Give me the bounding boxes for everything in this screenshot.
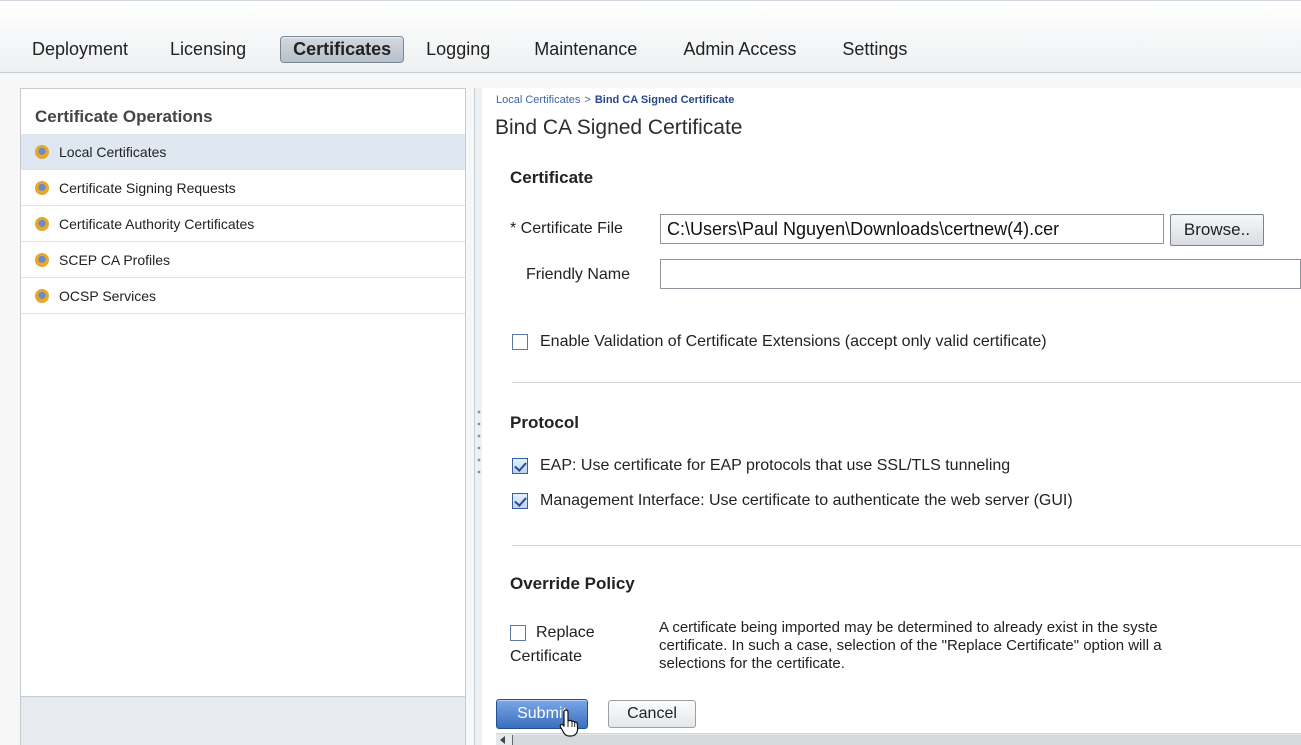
management-interface-checkbox[interactable] (512, 493, 528, 509)
certificate-icon (35, 144, 49, 159)
left-panel-footer (21, 696, 465, 745)
top-navigation: Deployment Licensing Certificates Loggin… (0, 1, 1301, 73)
sidebar-item-certificate-authority-certificates[interactable]: Certificate Authority Certificates (21, 206, 465, 242)
horizontal-scrollbar[interactable] (496, 733, 1301, 745)
hand-cursor-icon (559, 709, 579, 737)
sidebar-item-label: OCSP Services (59, 287, 156, 304)
sidebar-item-local-certificates[interactable]: Local Certificates (21, 134, 465, 170)
section-divider (512, 545, 1301, 546)
replace-certificate-line: Replace (510, 624, 650, 642)
tab-certificates[interactable]: Certificates (280, 35, 405, 63)
replace-certificate-label-line2: Certificate (510, 648, 583, 665)
sidebar-item-certificate-signing-requests[interactable]: Certificate Signing Requests (21, 170, 465, 206)
browse-button[interactable]: Browse.. (1170, 214, 1264, 246)
panel-title: Certificate Operations (35, 107, 213, 126)
tab-logging[interactable]: Logging (422, 39, 494, 60)
scroll-left-icon[interactable] (500, 736, 505, 744)
validation-option: Enable Validation of Certificate Extensi… (512, 333, 1047, 351)
panel-splitter[interactable] (474, 88, 482, 745)
main-content: Local Certificates > Bind CA Signed Certif… (482, 88, 1301, 745)
breadcrumb: Local Certificates > Bind CA Signed Certif… (496, 94, 734, 106)
tab-settings[interactable]: Settings (838, 39, 911, 60)
tab-admin-access[interactable]: Admin Access (679, 39, 800, 60)
operations-list: Local Certificates Certificate Signing R… (21, 134, 465, 314)
splitter-grip-icon (477, 406, 481, 478)
sidebar-item-ocsp-services[interactable]: OCSP Services (21, 278, 465, 314)
eap-label: EAP: Use certificate for EAP protocols t… (540, 457, 1011, 474)
tab-deployment[interactable]: Deployment (28, 39, 132, 60)
protocol-section-heading: Protocol (510, 413, 579, 432)
breadcrumb-separator: > (584, 94, 591, 106)
certificate-icon (35, 288, 49, 303)
eap-checkbox[interactable] (512, 458, 528, 474)
friendly-name-label: Friendly Name (526, 266, 631, 283)
sidebar-item-label: Certificate Signing Requests (59, 179, 236, 196)
certificate-operations-panel: Certificate Operations Local Certificate… (20, 88, 466, 745)
replace-certificate-description: A certificate being imported may be dete… (659, 619, 1301, 673)
cancel-button[interactable]: Cancel (608, 700, 696, 728)
friendly-name-input[interactable] (660, 259, 1301, 289)
replace-certificate-checkbox[interactable] (510, 625, 526, 641)
sidebar-item-label: SCEP CA Profiles (59, 251, 171, 268)
replace-certificate-label-line1: Replace (536, 624, 595, 641)
section-divider (512, 382, 1301, 383)
management-interface-label: Management Interface: Use certificate to… (540, 492, 1073, 509)
management-interface-option: Management Interface: Use certificate to… (512, 492, 1073, 510)
validation-checkbox[interactable] (512, 334, 528, 350)
checkmark-icon (513, 493, 527, 507)
certificate-icon (35, 252, 49, 267)
certificate-icon (35, 180, 49, 195)
eap-option: EAP: Use certificate for EAP protocols t… (512, 457, 1010, 475)
app-window: Deployment Licensing Certificates Loggin… (0, 0, 1301, 745)
override-policy-heading: Override Policy (510, 574, 635, 593)
description-line: A certificate being imported may be dete… (659, 619, 1158, 636)
certificate-icon (35, 216, 49, 231)
breadcrumb-current: Bind CA Signed Certificate (594, 94, 735, 106)
sidebar-item-scep-ca-profiles[interactable]: SCEP CA Profiles (21, 242, 465, 278)
certificate-section-heading: Certificate (510, 168, 594, 187)
breadcrumb-parent-link[interactable]: Local Certificates (496, 94, 580, 106)
sidebar-item-label: Local Certificates (59, 143, 167, 160)
certificate-file-input[interactable] (660, 214, 1164, 244)
description-line: certificate. In such a case, selection o… (659, 637, 1162, 654)
description-line: selections for the certificate. (659, 655, 845, 672)
checkmark-icon (513, 458, 527, 472)
page-title: Bind CA Signed Certificate (495, 116, 743, 139)
replace-certificate-option: Replace Certificate (510, 624, 650, 666)
scrollbar-thumb[interactable] (512, 735, 1301, 745)
tab-maintenance[interactable]: Maintenance (530, 39, 641, 60)
sidebar-item-label: Certificate Authority Certificates (59, 215, 255, 232)
validation-label: Enable Validation of Certificate Extensi… (540, 333, 1047, 350)
tab-licensing[interactable]: Licensing (166, 39, 250, 60)
certificate-file-label: * Certificate File (510, 220, 623, 237)
main-tabs: Deployment Licensing Certificates Loggin… (28, 35, 911, 63)
